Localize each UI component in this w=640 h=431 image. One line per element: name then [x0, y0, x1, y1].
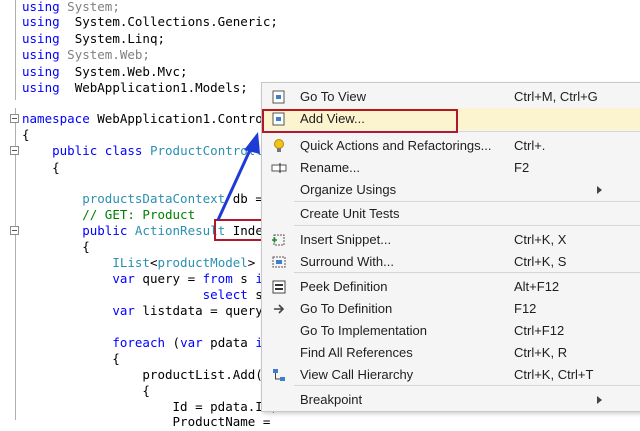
menu-item-label: Organize Usings: [300, 182, 397, 197]
menu-item-go-to-implementation[interactable]: Go To Implementation Ctrl+F12: [263, 320, 640, 342]
add-view-highlight: [262, 109, 458, 133]
menu-item-label: View Call Hierarchy: [300, 367, 414, 382]
go-to-definition-icon: [271, 301, 287, 317]
menu-item-shortcut: Ctrl+K, X: [514, 232, 567, 247]
menu-item-organize-usings[interactable]: Organize Usings: [263, 179, 640, 201]
rename-icon: [271, 160, 287, 176]
menu-item-label: Go To Definition: [300, 301, 393, 316]
menu-item-shortcut: Ctrl+K, S: [514, 254, 567, 269]
menu-separator: [294, 201, 640, 202]
menu-item-go-to-definition[interactable]: Go To Definition F12: [263, 298, 640, 320]
surround-with-icon: [271, 254, 287, 270]
menu-item-shortcut: Ctrl+M, Ctrl+G: [514, 89, 598, 104]
menu-item-label: Go To View: [300, 89, 367, 104]
menu-item-shortcut: Ctrl+.: [514, 138, 546, 153]
menu-item-create-unit-tests[interactable]: Create Unit Tests: [263, 203, 640, 225]
menu-item-insert-snippet[interactable]: Insert Snippet... Ctrl+K, X: [263, 229, 640, 251]
menu-item-surround-with[interactable]: Surround With... Ctrl+K, S: [263, 251, 640, 273]
menu-item-label: Find All References: [300, 345, 413, 360]
menu-item-label: Create Unit Tests: [300, 206, 400, 221]
menu-item-shortcut: Alt+F12: [514, 279, 560, 294]
call-hierarchy-icon: [271, 367, 287, 383]
lightbulb-icon: [271, 138, 287, 154]
menu-item-label: Insert Snippet...: [300, 232, 392, 247]
insert-snippet-icon: [271, 232, 287, 248]
menu-item-shortcut: F12: [514, 301, 537, 316]
peek-definition-icon: [271, 279, 287, 295]
menu-item-shortcut: Ctrl+F12: [514, 323, 565, 338]
menu-separator: [294, 225, 640, 226]
menu-item-find-all-references[interactable]: Find All References Ctrl+K, R: [263, 342, 640, 364]
menu-item-label: Breakpoint: [300, 392, 363, 407]
menu-item-shortcut: Ctrl+K, Ctrl+T: [514, 367, 594, 382]
submenu-arrow-icon: [597, 396, 602, 404]
menu-item-label: Rename...: [300, 160, 360, 175]
menu-item-label: Quick Actions and Refactorings...: [300, 138, 492, 153]
menu-item-view-call-hierarchy[interactable]: View Call Hierarchy Ctrl+K, Ctrl+T: [263, 364, 640, 386]
menu-item-breakpoint[interactable]: Breakpoint: [263, 389, 640, 411]
menu-item-label: Go To Implementation: [300, 323, 427, 338]
menu-item-shortcut: F2: [514, 160, 530, 175]
menu-item-label: Surround With...: [300, 254, 394, 269]
menu-item-quick-actions-and-refactorings[interactable]: Quick Actions and Refactorings... Ctrl+.: [263, 135, 640, 157]
menu-item-rename[interactable]: Rename... F2: [263, 157, 640, 179]
menu-item-shortcut: Ctrl+K, R: [514, 345, 568, 360]
menu-item-go-to-view[interactable]: Go To View Ctrl+M, Ctrl+G: [263, 86, 640, 108]
submenu-arrow-icon: [597, 186, 602, 194]
go-to-view-icon: [271, 89, 287, 105]
menu-item-label: Peek Definition: [300, 279, 388, 294]
menu-item-peek-definition[interactable]: Peek Definition Alt+F12: [263, 276, 640, 298]
